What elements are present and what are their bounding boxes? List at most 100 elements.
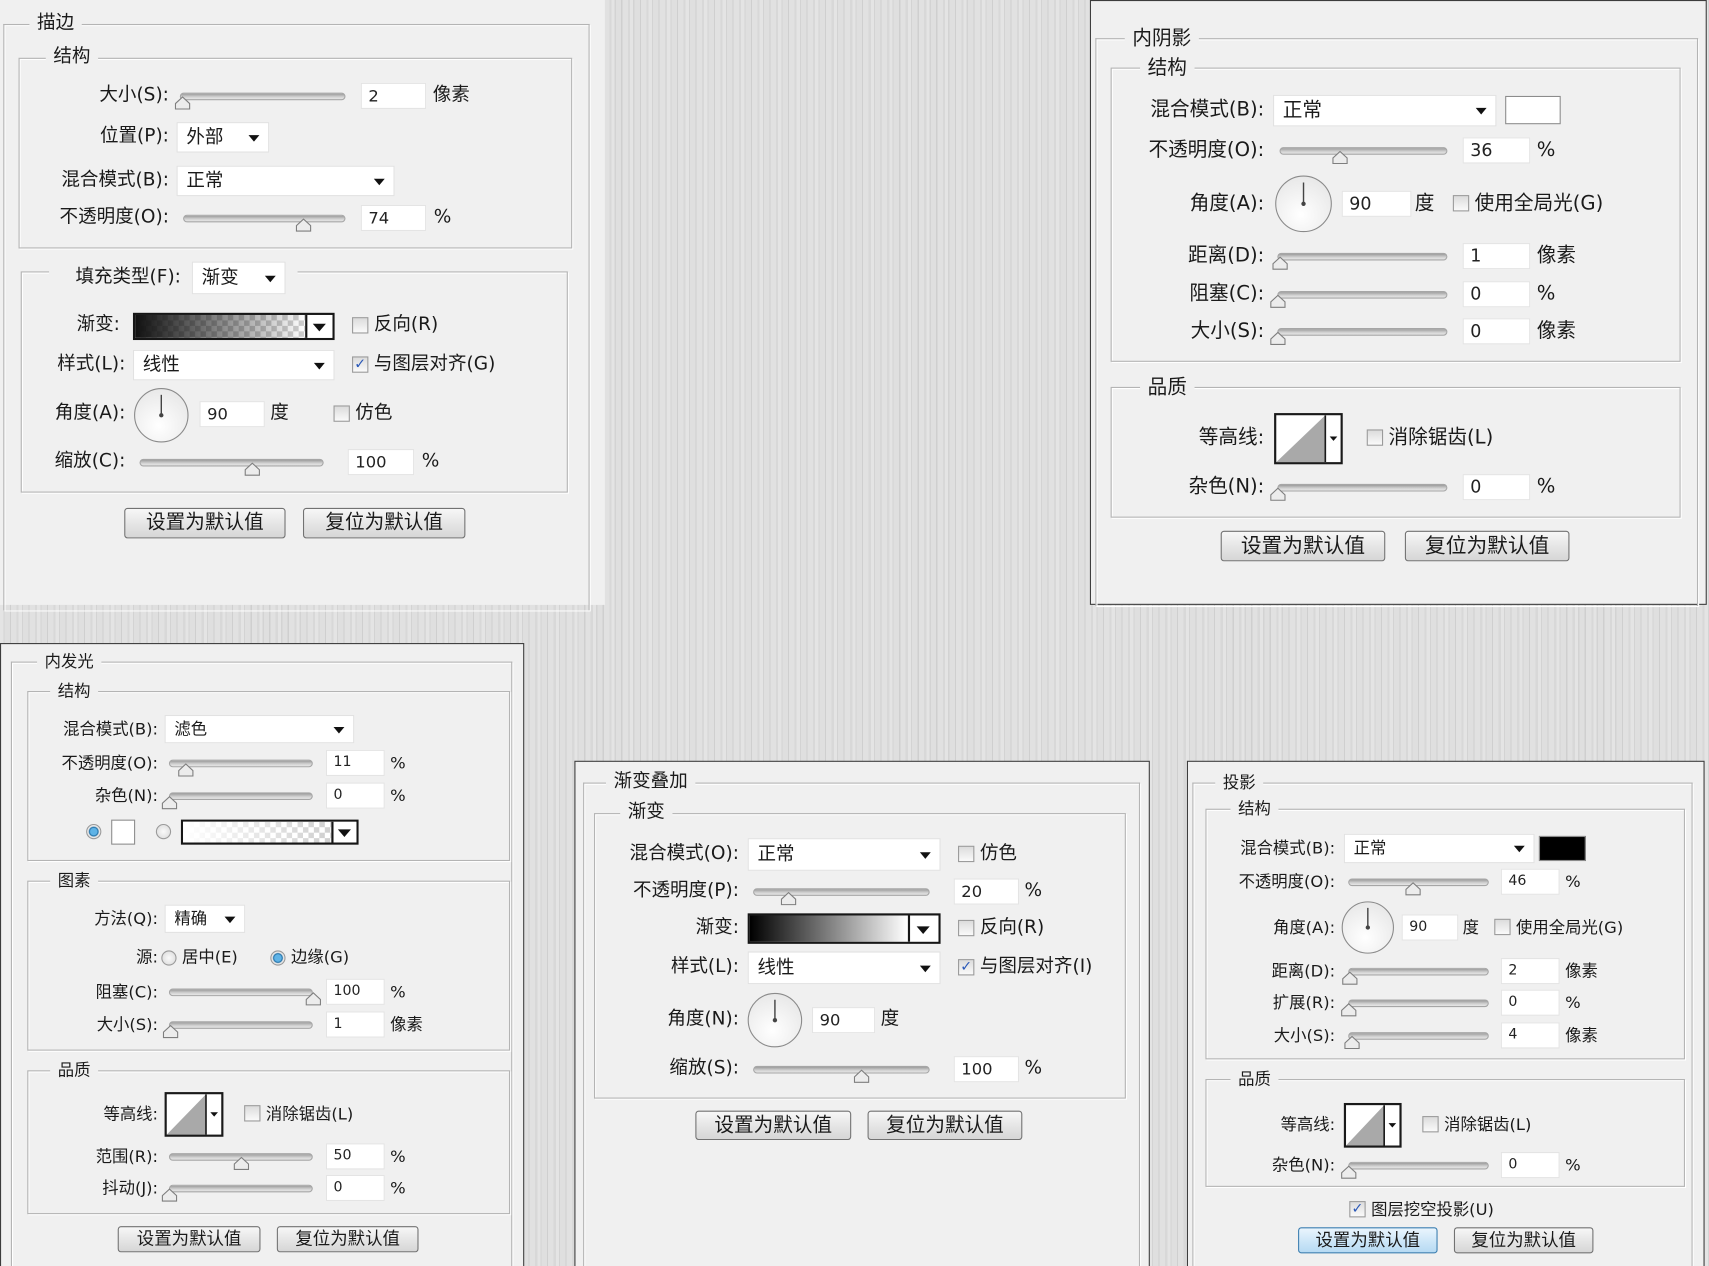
drop-shadow-noise-input[interactable]: 0 [1500, 1152, 1560, 1179]
inner-shadow-global-light-checkbox[interactable] [1452, 195, 1470, 212]
drop-shadow-size-input[interactable]: 4 [1500, 1022, 1560, 1049]
inner-glow-gradient-radio[interactable] [155, 823, 172, 840]
gradient-overlay-gradient-picker[interactable] [747, 913, 941, 944]
stroke-scale-input[interactable]: 100 [347, 449, 415, 476]
inner-shadow-opacity-slider-track[interactable] [1279, 147, 1448, 155]
stroke-align-checkbox[interactable]: ✓ [352, 356, 369, 373]
inner-shadow-distance-slider-thumb[interactable] [1271, 254, 1288, 270]
gradient-overlay-scale-input[interactable]: 100 [953, 1056, 1020, 1083]
inner-glow-jitter-slider-track[interactable] [168, 1184, 313, 1193]
inner-shadow-angle-dial[interactable] [1275, 175, 1332, 233]
drop-shadow-distance-slider-thumb[interactable] [1342, 969, 1358, 985]
inner-glow-size-slider-track[interactable] [168, 1021, 313, 1029]
inner-glow-reset-default-button[interactable]: 复位为默认值 [276, 1226, 419, 1253]
inner-shadow-distance-slider-track[interactable] [1277, 252, 1448, 261]
stroke-opacity-slider-thumb[interactable] [296, 216, 312, 232]
stroke-opacity-input[interactable]: 74 [360, 204, 427, 232]
stroke-size-slider-track[interactable] [179, 92, 346, 101]
stroke-angle-input[interactable]: 90 [199, 401, 265, 428]
inner-glow-source-edge-label[interactable]: 边缘(G) [291, 945, 349, 968]
stroke-size-input[interactable]: 2 [360, 82, 427, 109]
inner-glow-opacity-slider-thumb[interactable] [177, 761, 193, 777]
drop-shadow-spread-input[interactable]: 0 [1500, 989, 1560, 1016]
chevron-down-icon[interactable] [312, 323, 326, 332]
chevron-down-icon[interactable] [248, 135, 260, 142]
chevron-down-icon[interactable] [313, 362, 325, 370]
inner-glow-opacity-input[interactable]: 11 [325, 749, 385, 777]
inner-shadow-size-slider-track[interactable] [1277, 328, 1448, 336]
inner-glow-source-edge-radio[interactable] [270, 950, 286, 966]
inner-shadow-size-input[interactable]: 0 [1462, 318, 1531, 345]
inner-glow-jitter-slider-thumb[interactable] [161, 1186, 178, 1202]
drop-shadow-spread-slider-thumb[interactable] [1341, 1001, 1357, 1017]
gradient-overlay-opacity-input[interactable]: 20 [953, 878, 1020, 905]
chevron-down-icon[interactable] [333, 726, 345, 734]
gradient-overlay-opacity-slider-track[interactable] [753, 888, 930, 896]
stroke-reverse-checkbox[interactable] [352, 317, 369, 334]
drop-shadow-set-default-button[interactable]: 设置为默认值 [1298, 1227, 1438, 1254]
drop-shadow-knockout-checkbox[interactable]: ✓ [1349, 1201, 1366, 1218]
drop-shadow-distance-input[interactable]: 2 [1500, 958, 1560, 985]
drop-shadow-size-slider-thumb[interactable] [1343, 1033, 1360, 1050]
gradient-overlay-angle-input[interactable]: 90 [811, 1007, 876, 1034]
inner-shadow-reset-default-button[interactable]: 复位为默认值 [1404, 530, 1570, 562]
inner-glow-noise-input[interactable]: 0 [325, 782, 385, 809]
inner-shadow-color-swatch[interactable] [1505, 95, 1561, 125]
gradient-overlay-dither-checkbox[interactable] [958, 845, 975, 863]
chevron-down-icon[interactable] [1475, 107, 1487, 115]
stroke-set-default-button[interactable]: 设置为默认值 [124, 507, 286, 539]
inner-shadow-noise-input[interactable]: 0 [1462, 474, 1531, 501]
inner-glow-gradient-picker[interactable] [180, 819, 359, 845]
gradient-overlay-blend-dropdown[interactable]: 正常 [747, 838, 941, 871]
inner-glow-size-input[interactable]: 1 [325, 1011, 385, 1038]
inner-shadow-opacity-input[interactable]: 36 [1462, 137, 1531, 164]
drop-shadow-angle-input[interactable]: 90 [1401, 914, 1459, 941]
chevron-down-icon[interactable] [337, 829, 351, 838]
inner-shadow-noise-slider-thumb[interactable] [1270, 485, 1286, 501]
gradient-overlay-align-checkbox[interactable]: ✓ [958, 959, 975, 976]
inner-glow-noise-slider-track[interactable] [168, 792, 313, 800]
inner-shadow-anti-alias-checkbox[interactable] [1366, 429, 1384, 446]
inner-shadow-blend-dropdown[interactable]: 正常 [1273, 94, 1497, 126]
inner-glow-range-input[interactable]: 50 [325, 1143, 385, 1170]
inner-shadow-choke-input[interactable]: 0 [1462, 281, 1531, 308]
drop-shadow-blend-dropdown[interactable]: 正常 [1343, 833, 1535, 863]
inner-glow-color-radio[interactable] [86, 823, 102, 840]
gradient-overlay-style-dropdown[interactable]: 线性 [747, 951, 941, 985]
inner-shadow-set-default-button[interactable]: 设置为默认值 [1220, 530, 1386, 562]
gradient-overlay-opacity-slider-thumb[interactable] [781, 889, 797, 906]
gradient-overlay-set-default-button[interactable]: 设置为默认值 [695, 1110, 852, 1141]
stroke-fill-type-dropdown[interactable]: 渐变 [191, 261, 286, 295]
drop-shadow-distance-slider-track[interactable] [1348, 967, 1489, 976]
gradient-overlay-scale-slider-track[interactable] [753, 1065, 930, 1074]
chevron-down-icon[interactable] [919, 852, 931, 859]
inner-shadow-angle-input[interactable]: 90 [1341, 190, 1412, 217]
inner-shadow-noise-slider-track[interactable] [1277, 483, 1448, 492]
inner-glow-choke-slider-track[interactable] [168, 988, 313, 997]
inner-glow-contour-picker[interactable] [164, 1092, 224, 1137]
drop-shadow-opacity-input[interactable]: 46 [1500, 868, 1560, 895]
inner-glow-range-slider-thumb[interactable] [233, 1154, 250, 1171]
drop-shadow-global-light-checkbox[interactable] [1494, 918, 1511, 936]
stroke-scale-slider-track[interactable] [139, 458, 324, 467]
inner-glow-size-slider-thumb[interactable] [163, 1022, 179, 1039]
gradient-overlay-angle-dial[interactable] [747, 992, 803, 1048]
chevron-down-icon[interactable] [1513, 845, 1525, 853]
inner-glow-set-default-button[interactable]: 设置为默认值 [117, 1226, 261, 1253]
inner-shadow-size-slider-thumb[interactable] [1270, 329, 1286, 345]
drop-shadow-color-swatch[interactable] [1538, 835, 1586, 862]
drop-shadow-angle-dial[interactable] [1341, 901, 1394, 954]
gradient-overlay-reverse-checkbox[interactable] [958, 919, 975, 937]
stroke-opacity-slider-track[interactable] [183, 214, 346, 223]
inner-glow-source-center-radio[interactable] [161, 950, 177, 966]
inner-glow-choke-input[interactable]: 100 [325, 978, 385, 1005]
chevron-down-icon[interactable] [224, 916, 236, 924]
drop-shadow-opacity-slider-thumb[interactable] [1405, 880, 1422, 896]
inner-glow-choke-slider-thumb[interactable] [305, 990, 321, 1006]
gradient-overlay-scale-slider-thumb[interactable] [853, 1067, 869, 1083]
gradient-overlay-reset-default-button[interactable]: 复位为默认值 [867, 1110, 1023, 1141]
inner-glow-source-center-label[interactable]: 居中(E) [182, 945, 238, 968]
stroke-scale-slider-thumb[interactable] [244, 460, 261, 476]
drop-shadow-spread-slider-track[interactable] [1348, 999, 1489, 1008]
drop-shadow-contour-picker[interactable] [1343, 1102, 1402, 1148]
